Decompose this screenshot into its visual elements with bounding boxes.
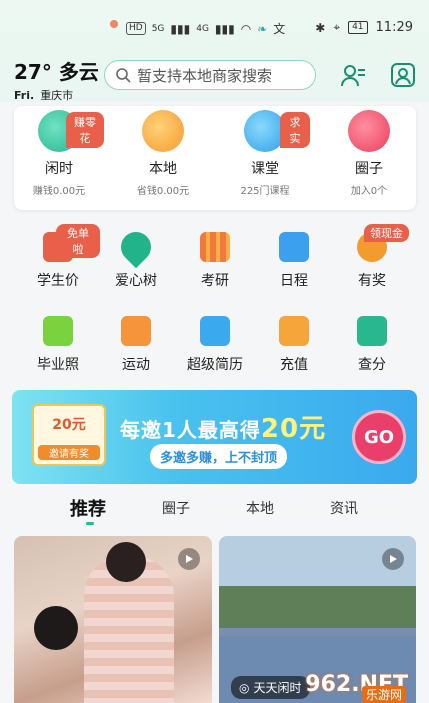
weather-condition: 多云 [58, 60, 99, 84]
battery-icon: 41 [348, 21, 368, 34]
signal-4g-indicator: 4G [196, 23, 209, 34]
banner-headline-amount: 20元 [260, 414, 327, 444]
feature-title: 闲时 [45, 161, 73, 177]
feature-card: 闲时 赚钱0.00元 赚零花 本地 省钱0.00元 课堂 225门课程 求实 圈… [14, 106, 416, 210]
feature-subtitle: 赚钱0.00元 [32, 186, 86, 197]
feature-title: 本地 [149, 161, 177, 177]
hd-indicator: HD [126, 22, 146, 35]
video-thumbnail-child [34, 606, 78, 650]
signal-5g-indicator: 5G [151, 23, 165, 34]
location-pin-icon [142, 110, 184, 152]
location-icon: ⌖ [333, 20, 341, 34]
feature-leisure[interactable]: 闲时 赚钱0.00元 赚零花 [14, 110, 104, 197]
notebook-icon [200, 316, 230, 346]
grid-sports[interactable]: 运动 [94, 316, 178, 374]
sneaker-icon [121, 316, 151, 346]
tab-local[interactable]: 本地 [246, 498, 274, 518]
grid-student-price[interactable]: 学生价 免单啦 [16, 224, 100, 290]
invite-banner[interactable]: 20元 邀请有奖 每邀1人最高得20元 多邀多赚，上不封顶 GO [12, 390, 417, 484]
banner-subtitle: 多邀多赚，上不封顶 [150, 444, 288, 469]
feature-circle[interactable]: 圈子 加入0个 [324, 110, 414, 197]
feature-badge: 赚零花 [66, 112, 104, 148]
tab-circle[interactable]: 圈子 [162, 498, 190, 518]
signal-bars-icon: ▮▮▮ [214, 21, 235, 36]
notification-dot-icon [110, 20, 118, 28]
feature-subtitle: 省钱0.00元 [136, 186, 190, 197]
weekday: Fri. [14, 89, 35, 102]
friends-icon[interactable] [340, 62, 366, 88]
bar-chart-icon [357, 316, 387, 346]
tab-news[interactable]: 资讯 [330, 498, 358, 518]
search-input[interactable]: 暂支持本地商家搜索 [104, 60, 316, 90]
play-icon [382, 548, 404, 570]
video-thumbnail-figure [106, 542, 146, 582]
grid-love-tree[interactable]: 爱心树 [94, 225, 178, 290]
grid-rewards[interactable]: 有奖 领现金 [330, 224, 414, 290]
app-header: 27° 多云 Fri. 重庆市 暂支持本地商家搜索 [0, 40, 429, 102]
feature-badge: 求实 [280, 112, 310, 148]
go-button[interactable]: GO [352, 410, 406, 464]
tab-recommend[interactable]: 推荐 [70, 495, 106, 521]
grid-postgraduate[interactable]: 考研 [173, 232, 257, 290]
grid-label: 超级简历 [187, 357, 243, 373]
feed-tabs: 推荐 圈子 本地 资讯 [0, 492, 429, 528]
translate-icon: 文 [273, 22, 286, 36]
grid-label: 日程 [280, 273, 308, 289]
temperature: 27° [14, 60, 52, 84]
signal-bars-icon: ▮▮▮ [170, 21, 191, 36]
leaf-status-icon: ❧ [257, 21, 268, 36]
feature-subtitle: 加入0个 [350, 186, 388, 197]
weather-widget[interactable]: 27° 多云 Fri. 重庆市 [14, 56, 99, 103]
printer-icon [279, 232, 309, 262]
grid-label: 学生价 [37, 273, 79, 289]
clock-time: 11:29 [375, 20, 413, 35]
video-caption-text: 天天闲时 [253, 681, 302, 695]
play-icon [178, 548, 200, 570]
grid-resume[interactable]: 超级简历 [173, 316, 257, 374]
feature-title: 课堂 [251, 161, 279, 177]
camera-icon [43, 316, 73, 346]
leaf-icon [114, 225, 158, 269]
compass-icon: ◎ [239, 680, 250, 695]
chat-bubble-icon [348, 110, 390, 152]
grid-label: 考研 [201, 273, 229, 289]
status-bar: HD 5G ▮▮▮ 4G ▮▮▮ ◠ ❧ 文 ✱ ⌖ 41 11:29 [0, 0, 429, 40]
feature-title: 圈子 [355, 161, 383, 177]
grid-label: 爱心树 [115, 273, 157, 289]
active-tab-indicator [86, 522, 94, 525]
search-placeholder: 暂支持本地商家搜索 [137, 66, 273, 85]
search-icon [116, 68, 131, 83]
grid-label: 毕业照 [37, 357, 79, 373]
feature-local[interactable]: 本地 省钱0.00元 [118, 110, 208, 197]
coupon-amount: 20元 [52, 417, 86, 433]
grid-label: 充值 [280, 357, 308, 373]
grid-label: 有奖 [358, 273, 386, 289]
banner-headline-text: 每邀1人最高得 [120, 418, 261, 442]
bluetooth-icon: ✱ [315, 20, 326, 35]
feature-subtitle: 225门课程 [240, 186, 290, 197]
grid-label: 运动 [122, 357, 150, 373]
profile-icon[interactable] [390, 62, 416, 88]
banner-headline: 每邀1人最高得20元 [120, 408, 326, 445]
grid-graduation-photo[interactable]: 毕业照 [16, 316, 100, 374]
books-icon [200, 232, 230, 262]
grid-badge: 领现金 [364, 224, 409, 242]
coupon-graphic: 20元 邀请有奖 [32, 404, 106, 466]
city-name: 重庆市 [40, 89, 74, 102]
grid-check-scores[interactable]: 查分 [330, 316, 414, 374]
grid-schedule[interactable]: 日程 [252, 232, 336, 290]
feed-video-card[interactable] [14, 536, 212, 703]
grid-recharge[interactable]: 充值 [252, 316, 336, 374]
grid-label: 查分 [358, 357, 386, 373]
coupon-label: 邀请有奖 [38, 445, 100, 460]
video-caption: ◎ 天天闲时 [231, 676, 310, 699]
feed-video-card[interactable]: ◎ 天天闲时 962.NET 乐游网 [219, 536, 416, 703]
wifi-icon: ◠ [240, 21, 252, 36]
phone-recharge-icon [279, 316, 309, 346]
watermark-sub: 乐游网 [361, 686, 406, 703]
feature-classroom[interactable]: 课堂 225门课程 求实 [220, 110, 310, 197]
